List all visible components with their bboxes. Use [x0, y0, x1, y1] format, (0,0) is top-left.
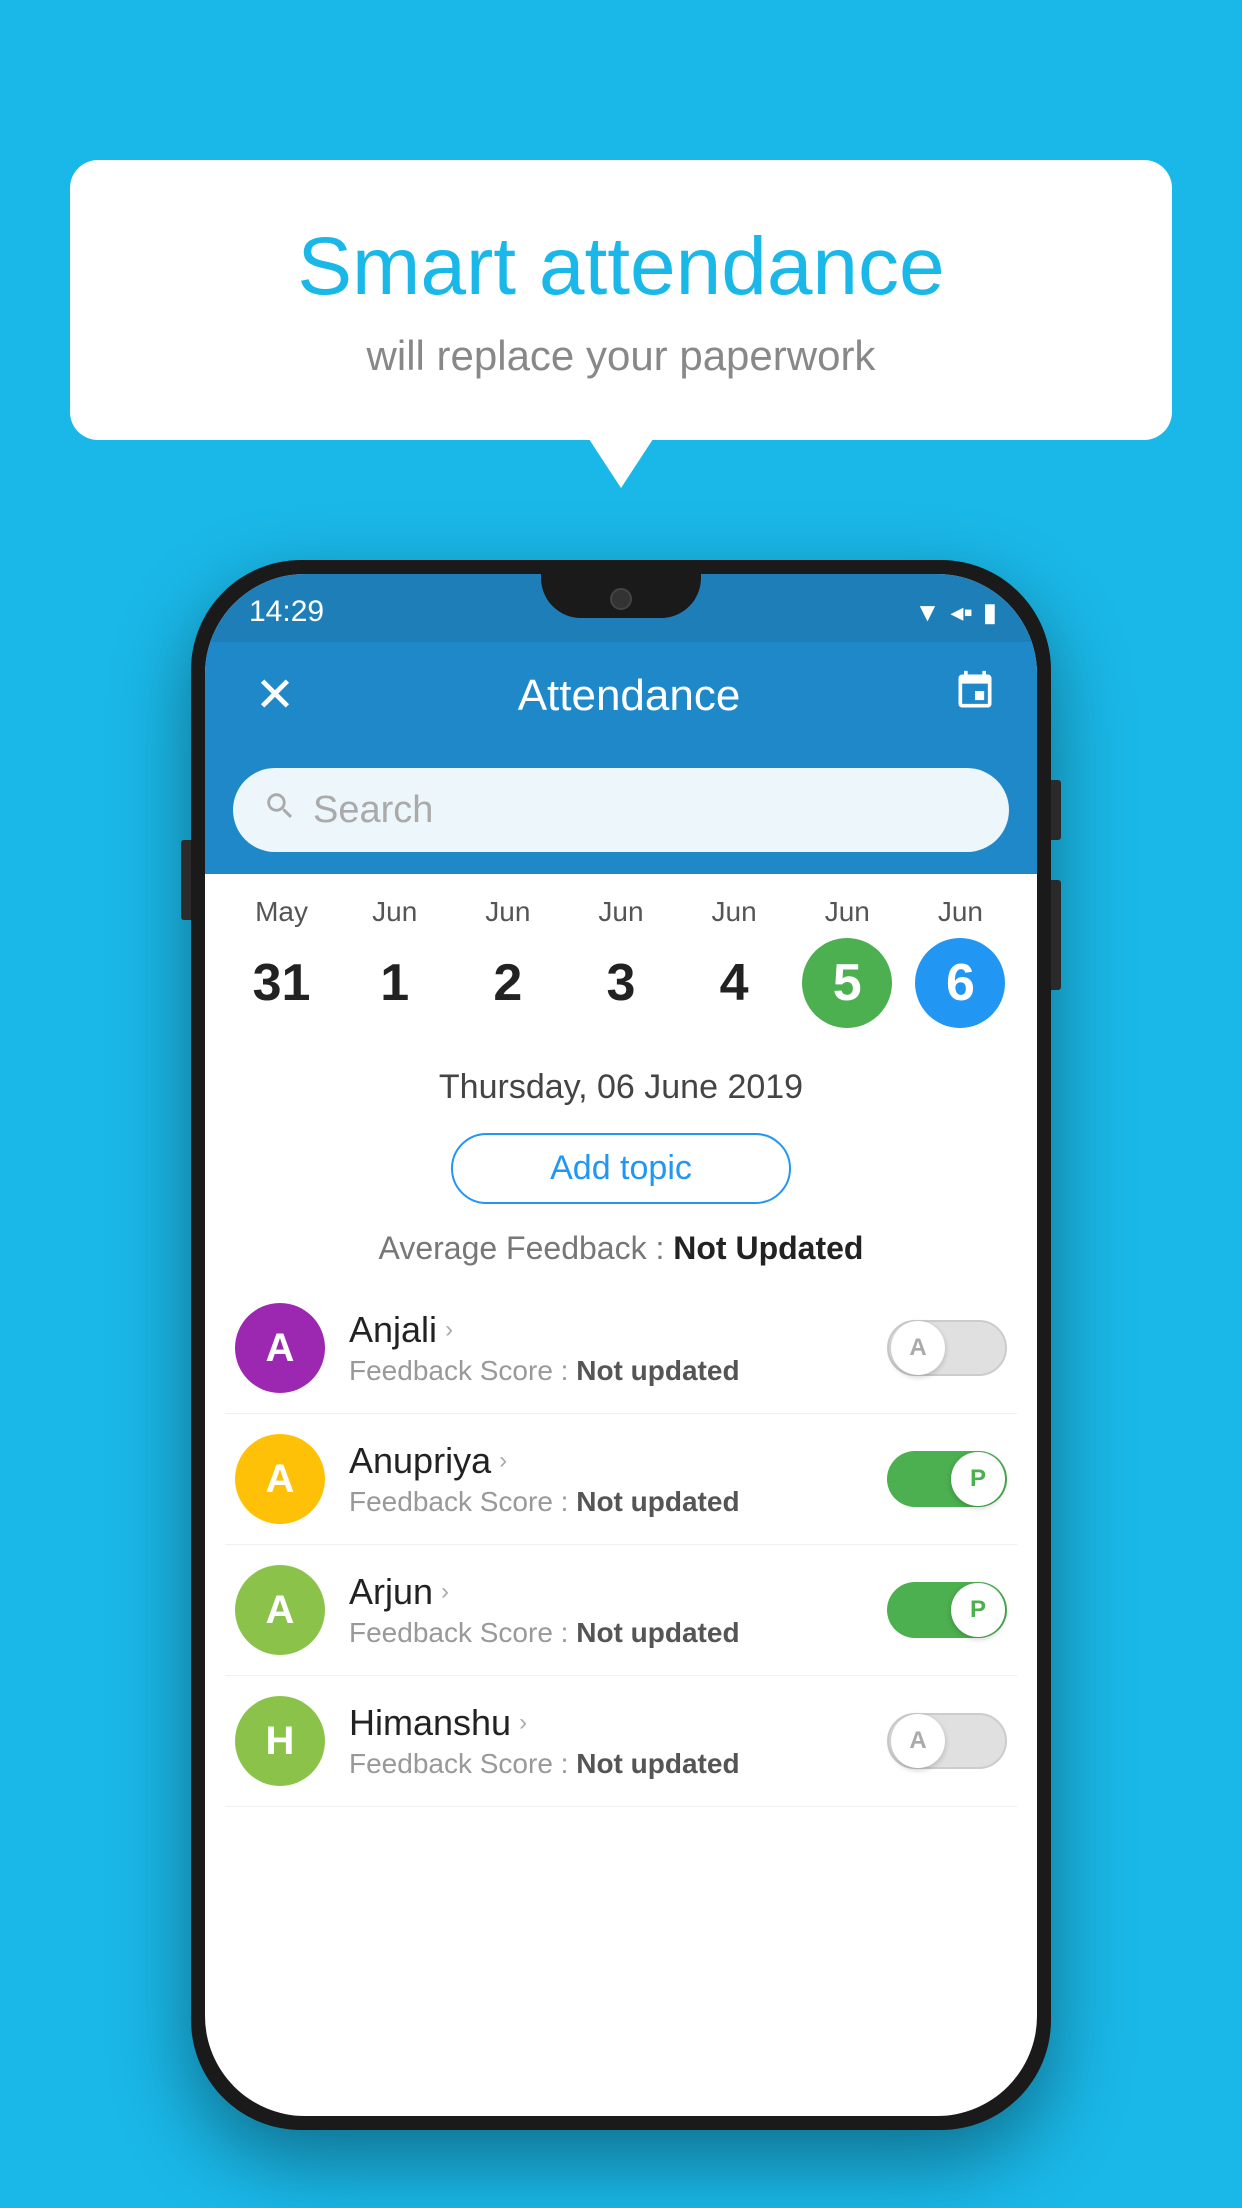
calendar-day[interactable]: Jun 6 — [915, 896, 1005, 1028]
toggle-knob: A — [891, 1714, 945, 1768]
phone-wrapper: 14:29 ▼ ◂▪ ▮ ✕ Attendance — [191, 560, 1051, 2130]
cal-month-label: Jun — [598, 896, 643, 928]
cal-month-label: Jun — [485, 896, 530, 928]
selected-date: Thursday, 06 June 2019 — [205, 1048, 1037, 1117]
attendance-toggle[interactable]: A — [887, 1320, 1007, 1376]
student-row[interactable]: A Anjali › Feedback Score : Not updated A — [225, 1283, 1017, 1414]
add-topic-button[interactable]: Add topic — [451, 1133, 791, 1204]
search-icon — [263, 789, 297, 832]
battery-icon: ▮ — [983, 597, 997, 628]
search-placeholder: Search — [313, 789, 433, 832]
cal-day-number: 5 — [802, 938, 892, 1028]
attendance-toggle[interactable]: P — [887, 1451, 1007, 1507]
camera — [610, 588, 632, 610]
search-container: Search — [205, 750, 1037, 874]
bubble-subtitle: will replace your paperwork — [150, 332, 1092, 380]
calendar-day[interactable]: Jun 5 — [802, 896, 892, 1028]
chevron-icon: › — [441, 1578, 449, 1606]
calendar-day[interactable]: Jun 3 — [576, 896, 666, 1028]
chevron-icon: › — [499, 1447, 507, 1475]
cal-day-number: 6 — [915, 938, 1005, 1028]
status-time: 14:29 — [249, 595, 324, 629]
feedback-score: Feedback Score : Not updated — [349, 1748, 863, 1780]
calendar-strip: May 31 Jun 1 Jun 2 Jun 3 Jun 4 Jun 5 Jun 6 — [205, 874, 1037, 1038]
avatar: H — [235, 1696, 325, 1786]
speech-bubble: Smart attendance will replace your paper… — [70, 160, 1172, 440]
calendar-day[interactable]: Jun 2 — [463, 896, 553, 1028]
student-list: AAnjali ›Feedback Score : Not updatedAAA… — [205, 1283, 1037, 1807]
feedback-score: Feedback Score : Not updated — [349, 1617, 863, 1649]
cal-month-label: May — [255, 896, 308, 928]
cal-day-number: 4 — [689, 938, 779, 1028]
calendar-day[interactable]: May 31 — [237, 896, 327, 1028]
status-icons: ▼ ◂▪ ▮ — [915, 597, 997, 628]
student-row[interactable]: A Arjun › Feedback Score : Not updated P — [225, 1545, 1017, 1676]
toggle-knob: A — [891, 1321, 945, 1375]
cal-day-number: 31 — [237, 938, 327, 1028]
volume-button — [181, 840, 191, 920]
attendance-toggle[interactable]: A — [887, 1713, 1007, 1769]
cal-month-label: Jun — [712, 896, 757, 928]
phone-screen: 14:29 ▼ ◂▪ ▮ ✕ Attendance — [205, 574, 1037, 2116]
chevron-icon: › — [519, 1709, 527, 1737]
cal-month-label: Jun — [372, 896, 417, 928]
attendance-toggle[interactable]: P — [887, 1582, 1007, 1638]
chevron-icon: › — [445, 1316, 453, 1344]
toggle-knob: P — [951, 1452, 1005, 1506]
student-name: Arjun › — [349, 1571, 863, 1613]
cal-day-number: 3 — [576, 938, 666, 1028]
student-info: Himanshu › Feedback Score : Not updated — [349, 1702, 863, 1780]
avg-feedback-value: Not Updated — [673, 1230, 863, 1266]
student-row[interactable]: H Himanshu › Feedback Score : Not updated A — [225, 1676, 1017, 1807]
avg-feedback: Average Feedback : Not Updated — [205, 1220, 1037, 1283]
student-name: Anupriya › — [349, 1440, 863, 1482]
feedback-score: Feedback Score : Not updated — [349, 1355, 863, 1387]
wifi-icon: ▼ — [915, 597, 941, 628]
phone-outer: 14:29 ▼ ◂▪ ▮ ✕ Attendance — [191, 560, 1051, 2130]
student-row[interactable]: A Anupriya › Feedback Score : Not updated P — [225, 1414, 1017, 1545]
search-box[interactable]: Search — [233, 768, 1009, 852]
calendar-button[interactable] — [953, 669, 997, 723]
toggle-knob: P — [951, 1583, 1005, 1637]
cal-day-number: 1 — [350, 938, 440, 1028]
student-info: Anupriya › Feedback Score : Not updated — [349, 1440, 863, 1518]
cal-day-number: 2 — [463, 938, 553, 1028]
feedback-score: Feedback Score : Not updated — [349, 1486, 863, 1518]
student-info: Arjun › Feedback Score : Not updated — [349, 1571, 863, 1649]
avatar: A — [235, 1565, 325, 1655]
app-top-bar: ✕ Attendance — [205, 642, 1037, 750]
cal-month-label: Jun — [825, 896, 870, 928]
cal-month-label: Jun — [938, 896, 983, 928]
avatar: A — [235, 1303, 325, 1393]
avatar: A — [235, 1434, 325, 1524]
close-button[interactable]: ✕ — [245, 672, 305, 720]
student-name: Himanshu › — [349, 1702, 863, 1744]
bubble-title: Smart attendance — [150, 220, 1092, 314]
app-title: Attendance — [518, 671, 741, 721]
volume-down-button — [1051, 880, 1061, 990]
avg-feedback-label: Average Feedback : — [379, 1230, 665, 1266]
content-area: Thursday, 06 June 2019 Add topic Average… — [205, 1038, 1037, 1817]
student-name: Anjali › — [349, 1309, 863, 1351]
student-info: Anjali › Feedback Score : Not updated — [349, 1309, 863, 1387]
power-button — [1051, 780, 1061, 840]
calendar-day[interactable]: Jun 4 — [689, 896, 779, 1028]
notch — [541, 574, 701, 618]
calendar-day[interactable]: Jun 1 — [350, 896, 440, 1028]
signal-icon: ◂▪ — [950, 597, 972, 628]
